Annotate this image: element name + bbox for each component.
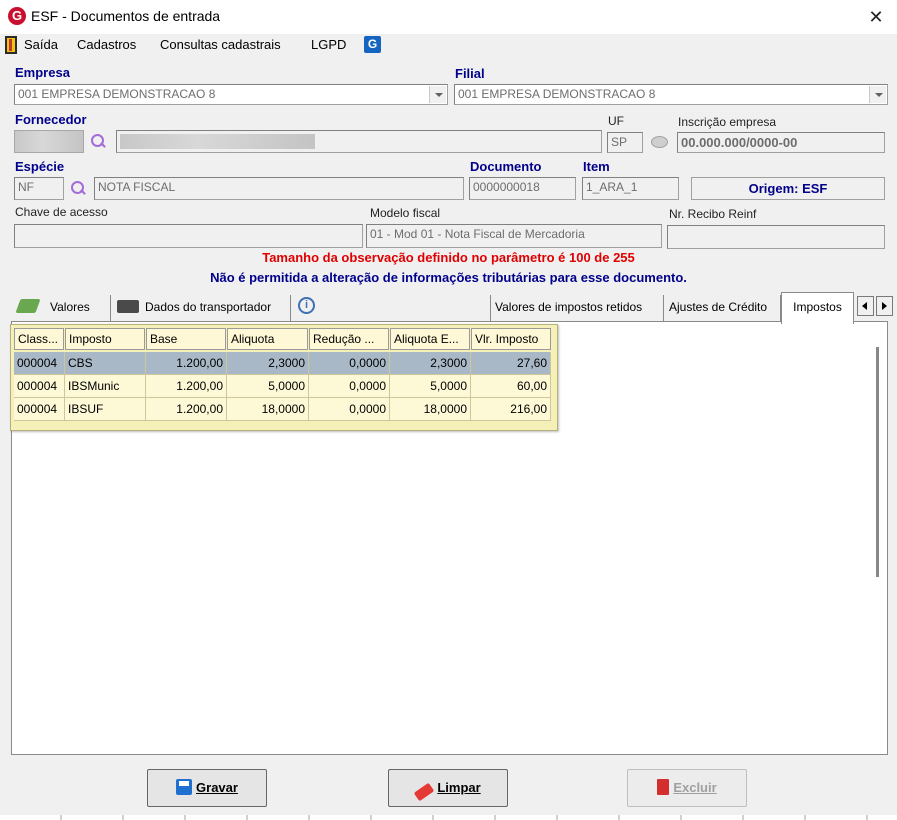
- grid-cell: 18,0000: [227, 398, 309, 421]
- app-g-icon[interactable]: G: [364, 36, 381, 53]
- tab-scroll-left-icon[interactable]: [857, 296, 874, 316]
- grid-cell: 5,0000: [227, 375, 309, 398]
- inscricao-field: 00.000.000/0000-00: [677, 132, 885, 153]
- especie-label: Espécie: [15, 159, 65, 174]
- item-field[interactable]: 1_ARA_1: [582, 177, 679, 200]
- grid-cell: 27,60: [471, 352, 551, 375]
- menu-cadastros[interactable]: Cadastros: [77, 37, 136, 52]
- tab-valores[interactable]: Valores: [46, 295, 111, 321]
- tab-impostos[interactable]: Impostos: [781, 292, 854, 324]
- grid-cell: 000004: [14, 352, 65, 375]
- truck-icon: [117, 300, 139, 313]
- empresa-combo[interactable]: 001 EMPRESA DEMONSTRACAO 8: [14, 84, 448, 105]
- window-title: ESF - Documentos de entrada: [31, 8, 221, 24]
- floppy-disk-icon: [176, 779, 193, 795]
- fornecedor-label: Fornecedor: [15, 112, 87, 127]
- grid-cell: 0,0000: [309, 352, 390, 375]
- window-bottom-edge: [0, 815, 897, 820]
- grid-cell: 1.200,00: [146, 375, 227, 398]
- grid-cell: 000004: [14, 375, 65, 398]
- modelo-label: Modelo fiscal: [370, 206, 441, 220]
- fornecedor-code-input[interactable]: [14, 130, 84, 153]
- filial-combo[interactable]: 001 EMPRESA DEMONSTRACAO 8: [454, 84, 888, 105]
- filial-value: 001 EMPRESA DEMONSTRACAO 8: [458, 87, 656, 101]
- search-icon[interactable]: [90, 133, 106, 149]
- tab-ajustes-credito[interactable]: Ajustes de Crédito: [665, 295, 781, 321]
- fornecedor-name-input: [116, 130, 602, 153]
- especie-desc-field: NOTA FISCAL: [94, 177, 464, 200]
- grid-cell: 2,3000: [390, 352, 471, 375]
- tab-scroll-right-icon[interactable]: [876, 296, 893, 316]
- grid-cell: 60,00: [471, 375, 551, 398]
- grid-cell: IBSMunic: [65, 375, 146, 398]
- recibo-label: Nr. Recibo Reinf: [669, 207, 757, 221]
- documento-label: Documento: [470, 159, 542, 174]
- menu-lgpd[interactable]: LGPD: [311, 37, 346, 52]
- grid-cell: 18,0000: [390, 398, 471, 421]
- app-logo-icon: G: [8, 7, 26, 25]
- save-button-label: Gravar: [196, 780, 238, 795]
- especie-code-field[interactable]: NF: [14, 177, 64, 200]
- recibo-field: [667, 225, 885, 249]
- trash-icon: [657, 779, 670, 795]
- chevron-down-icon[interactable]: [869, 86, 886, 103]
- grid-cell: 2,3000: [227, 352, 309, 375]
- delete-button-label: Excluir: [673, 780, 717, 795]
- info-icon[interactable]: i: [298, 297, 315, 314]
- modelo-field: 01 - Mod 01 - Nota Fiscal de Mercadoria: [366, 224, 662, 248]
- column-header[interactable]: Class...: [14, 328, 64, 350]
- chave-label: Chave de acesso: [15, 205, 108, 219]
- tab-dados-transportador[interactable]: Dados do transportador: [141, 295, 291, 321]
- uf-field: SP: [607, 132, 643, 153]
- grid-cell: 5,0000: [390, 375, 471, 398]
- redacted-text: [120, 134, 315, 149]
- inscricao-label: Inscrição empresa: [678, 115, 777, 129]
- clear-button-label: Limpar: [437, 780, 481, 795]
- close-button[interactable]: ✕: [860, 2, 892, 32]
- warning-message: Tamanho da observação definido no parâme…: [262, 250, 635, 265]
- empresa-value: 001 EMPRESA DEMONSTRACAO 8: [18, 87, 216, 101]
- column-header[interactable]: Imposto: [65, 328, 145, 350]
- grid-cell: 1.200,00: [146, 352, 227, 375]
- tab-impostos-retidos[interactable]: Valores de impostos retidos: [490, 295, 664, 321]
- money-icon: [15, 299, 41, 313]
- grid-cell: IBSUF: [65, 398, 146, 421]
- column-header[interactable]: Redução ...: [309, 328, 389, 350]
- table-row[interactable]: 000004 IBSUF 1.200,00 18,0000 0,0000 18,…: [14, 398, 551, 421]
- search-icon[interactable]: [70, 180, 86, 196]
- coins-icon[interactable]: [651, 136, 668, 148]
- uf-label: UF: [608, 114, 624, 128]
- grid-cell: CBS: [65, 352, 146, 375]
- menu-consultas[interactable]: Consultas cadastrais: [160, 37, 281, 52]
- exit-door-icon: [5, 36, 17, 54]
- documento-field[interactable]: 0000000018: [469, 177, 576, 200]
- column-header[interactable]: Vlr. Imposto: [471, 328, 551, 350]
- chave-field[interactable]: [14, 224, 363, 248]
- grid-cell: 0,0000: [309, 398, 390, 421]
- grid-cell: 216,00: [471, 398, 551, 421]
- menu-saida[interactable]: Saída: [24, 37, 58, 52]
- grid-cell: 0,0000: [309, 375, 390, 398]
- table-row[interactable]: 000004 IBSMunic 1.200,00 5,0000 0,0000 5…: [14, 375, 551, 398]
- save-button[interactable]: Gravar: [147, 769, 267, 807]
- filial-label: Filial: [455, 66, 485, 81]
- column-header[interactable]: Aliquota: [227, 328, 308, 350]
- grid-cell: 1.200,00: [146, 398, 227, 421]
- empresa-label: Empresa: [15, 65, 70, 80]
- clear-button[interactable]: Limpar: [388, 769, 508, 807]
- table-row[interactable]: 000004 CBS 1.200,00 2,3000 0,0000 2,3000…: [14, 352, 551, 375]
- column-header[interactable]: Aliquota E...: [390, 328, 470, 350]
- vertical-scrollbar[interactable]: [876, 347, 879, 577]
- info-message: Não é permitida a alteração de informaçõ…: [210, 270, 687, 285]
- item-label: Item: [583, 159, 610, 174]
- chevron-down-icon[interactable]: [429, 86, 446, 103]
- origem-badge: Origem: ESF: [691, 177, 885, 200]
- grid-cell: 000004: [14, 398, 65, 421]
- column-header[interactable]: Base: [146, 328, 226, 350]
- eraser-icon: [414, 782, 435, 802]
- delete-button: Excluir: [627, 769, 747, 807]
